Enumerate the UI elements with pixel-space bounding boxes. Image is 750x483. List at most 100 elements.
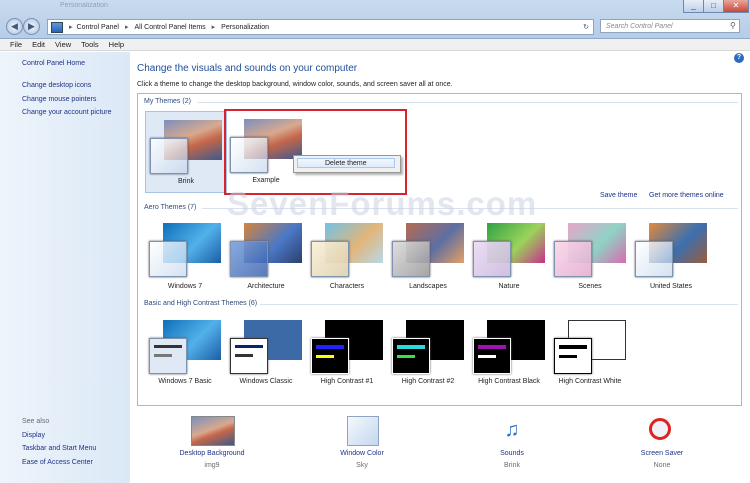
screen-saver-icon xyxy=(649,418,671,440)
theme-high-contrast-2[interactable]: High Contrast #2 xyxy=(388,312,468,392)
highlight-box xyxy=(224,109,407,195)
taskbar-start-menu-link[interactable]: Taskbar and Start Menu xyxy=(22,445,96,452)
desktop-background-setting[interactable]: Desktop Background img9 xyxy=(147,410,277,483)
theme-label: Scenes xyxy=(578,283,602,290)
screen-saver-setting[interactable]: Screen Saver None xyxy=(597,410,727,483)
breadcrumb-control-panel[interactable]: Control Panel xyxy=(77,24,119,31)
theme-label: Windows 7 xyxy=(167,283,203,290)
page-subtitle: Click a theme to change the desktop back… xyxy=(137,81,453,88)
window-color-icon xyxy=(347,416,379,446)
context-menu: Delete theme xyxy=(293,155,401,173)
theme-high-contrast-1[interactable]: High Contrast #1 xyxy=(307,312,387,392)
watermark: SevenForums.com xyxy=(227,185,538,222)
window-color-value: Sky xyxy=(356,462,368,469)
theme-united-states[interactable]: United States xyxy=(631,215,711,295)
window-color-swatch xyxy=(149,338,187,374)
window-title: Personalization xyxy=(60,2,108,9)
control-panel-icon xyxy=(51,21,63,33)
theme-windows-7-basic[interactable]: Windows 7 Basic xyxy=(145,312,225,392)
theme-high-contrast-white[interactable]: High Contrast White xyxy=(550,312,630,392)
maximize-button[interactable]: □ xyxy=(703,0,724,13)
theme-label: High Contrast #1 xyxy=(320,378,374,385)
theme-label: United States xyxy=(649,283,693,290)
theme-label: Architecture xyxy=(247,283,285,290)
window-color-swatch xyxy=(392,241,430,277)
page-title: Change the visuals and sounds on your co… xyxy=(137,63,358,74)
menu-bar: File Edit View Tools Help xyxy=(0,39,750,51)
sounds-value: Brink xyxy=(504,462,520,469)
theme-windows-classic[interactable]: Windows Classic xyxy=(226,312,306,392)
divider xyxy=(260,304,738,305)
theme-label: Windows 7 Basic xyxy=(158,378,212,385)
sounds-label[interactable]: Sounds xyxy=(447,450,577,457)
window-color-setting[interactable]: Window Color Sky xyxy=(297,410,427,483)
theme-nature[interactable]: Nature xyxy=(469,215,549,295)
window-color-swatch xyxy=(554,338,592,374)
aero-themes-header: Aero Themes (7) xyxy=(144,204,197,211)
menu-edit[interactable]: Edit xyxy=(32,39,45,50)
search-input[interactable]: Search Control Panel xyxy=(600,19,740,33)
search-icon[interactable]: ⚲ xyxy=(730,21,736,30)
address-bar[interactable]: ▸ Control Panel ▸ All Control Panel Item… xyxy=(47,19,594,35)
delete-theme-menu-item[interactable]: Delete theme xyxy=(297,158,395,168)
see-also-heading: See also xyxy=(22,418,50,425)
forward-arrow-icon[interactable]: ▶ xyxy=(23,18,40,35)
change-account-picture-link[interactable]: Change your account picture xyxy=(22,109,112,116)
menu-tools[interactable]: Tools xyxy=(81,39,99,50)
window-color-swatch xyxy=(150,138,188,174)
menu-view[interactable]: View xyxy=(55,39,71,50)
theme-scenes[interactable]: Scenes xyxy=(550,215,630,295)
window-color-swatch xyxy=(311,241,349,277)
sounds-setting[interactable]: ♫ Sounds Brink xyxy=(447,410,577,483)
change-mouse-pointers-link[interactable]: Change mouse pointers xyxy=(22,96,96,103)
window-color-swatch xyxy=(392,338,430,374)
display-link[interactable]: Display xyxy=(22,432,45,439)
window-color-swatch xyxy=(635,241,673,277)
back-arrow-icon[interactable]: ◀ xyxy=(6,18,23,35)
control-panel-home-link[interactable]: Control Panel Home xyxy=(22,60,85,67)
desktop-background-value: img9 xyxy=(204,462,220,469)
divider xyxy=(198,102,738,103)
refresh-icon[interactable]: ↻ xyxy=(583,23,589,31)
theme-brink[interactable]: Brink xyxy=(145,111,227,193)
themes-panel: My Themes (2) Brink Example Delete theme… xyxy=(137,93,742,406)
window-color-swatch xyxy=(473,241,511,277)
change-desktop-icons-link[interactable]: Change desktop icons xyxy=(22,82,91,89)
window-color-swatch xyxy=(473,338,511,374)
sounds-icon: ♫ xyxy=(504,419,520,441)
breadcrumb-personalization[interactable]: Personalization xyxy=(221,24,269,31)
help-icon[interactable]: ? xyxy=(734,53,744,63)
theme-label: Characters xyxy=(329,283,365,290)
window-color-swatch xyxy=(554,241,592,277)
theme-label: Brink xyxy=(178,178,194,185)
window-color-swatch xyxy=(230,338,268,374)
screen-saver-value: None xyxy=(653,462,671,469)
theme-windows-7[interactable]: Windows 7 xyxy=(145,215,225,295)
screen-saver-label[interactable]: Screen Saver xyxy=(597,450,727,457)
window-color-label[interactable]: Window Color xyxy=(297,450,427,457)
theme-architecture[interactable]: Architecture xyxy=(226,215,306,295)
window-color-swatch xyxy=(149,241,187,277)
breadcrumb-all-items[interactable]: All Control Panel Items xyxy=(134,24,205,31)
theme-characters[interactable]: Characters xyxy=(307,215,387,295)
close-button[interactable]: ✕ xyxy=(723,0,749,13)
window-color-swatch xyxy=(230,241,268,277)
theme-high-contrast-black[interactable]: High Contrast Black xyxy=(469,312,549,392)
theme-landscapes[interactable]: Landscapes xyxy=(388,215,468,295)
theme-label: High Contrast Black xyxy=(478,378,540,385)
basic-themes-header: Basic and High Contrast Themes (6) xyxy=(144,300,258,307)
window-color-swatch xyxy=(311,338,349,374)
desktop-background-icon xyxy=(191,416,235,446)
sidebar: Control Panel Home Change desktop icons … xyxy=(0,52,130,483)
theme-label: High Contrast #2 xyxy=(401,378,455,385)
menu-help[interactable]: Help xyxy=(109,39,124,50)
minimize-button[interactable]: _ xyxy=(683,0,704,13)
my-themes-header: My Themes (2) xyxy=(144,98,191,105)
ease-of-access-link[interactable]: Ease of Access Center xyxy=(22,459,93,466)
theme-label: Windows Classic xyxy=(239,378,293,385)
theme-label: Nature xyxy=(498,283,520,290)
menu-file[interactable]: File xyxy=(10,39,22,50)
desktop-background-label[interactable]: Desktop Background xyxy=(147,450,277,457)
get-more-themes-link[interactable]: Get more themes online xyxy=(649,192,724,199)
save-theme-link[interactable]: Save theme xyxy=(600,192,637,199)
